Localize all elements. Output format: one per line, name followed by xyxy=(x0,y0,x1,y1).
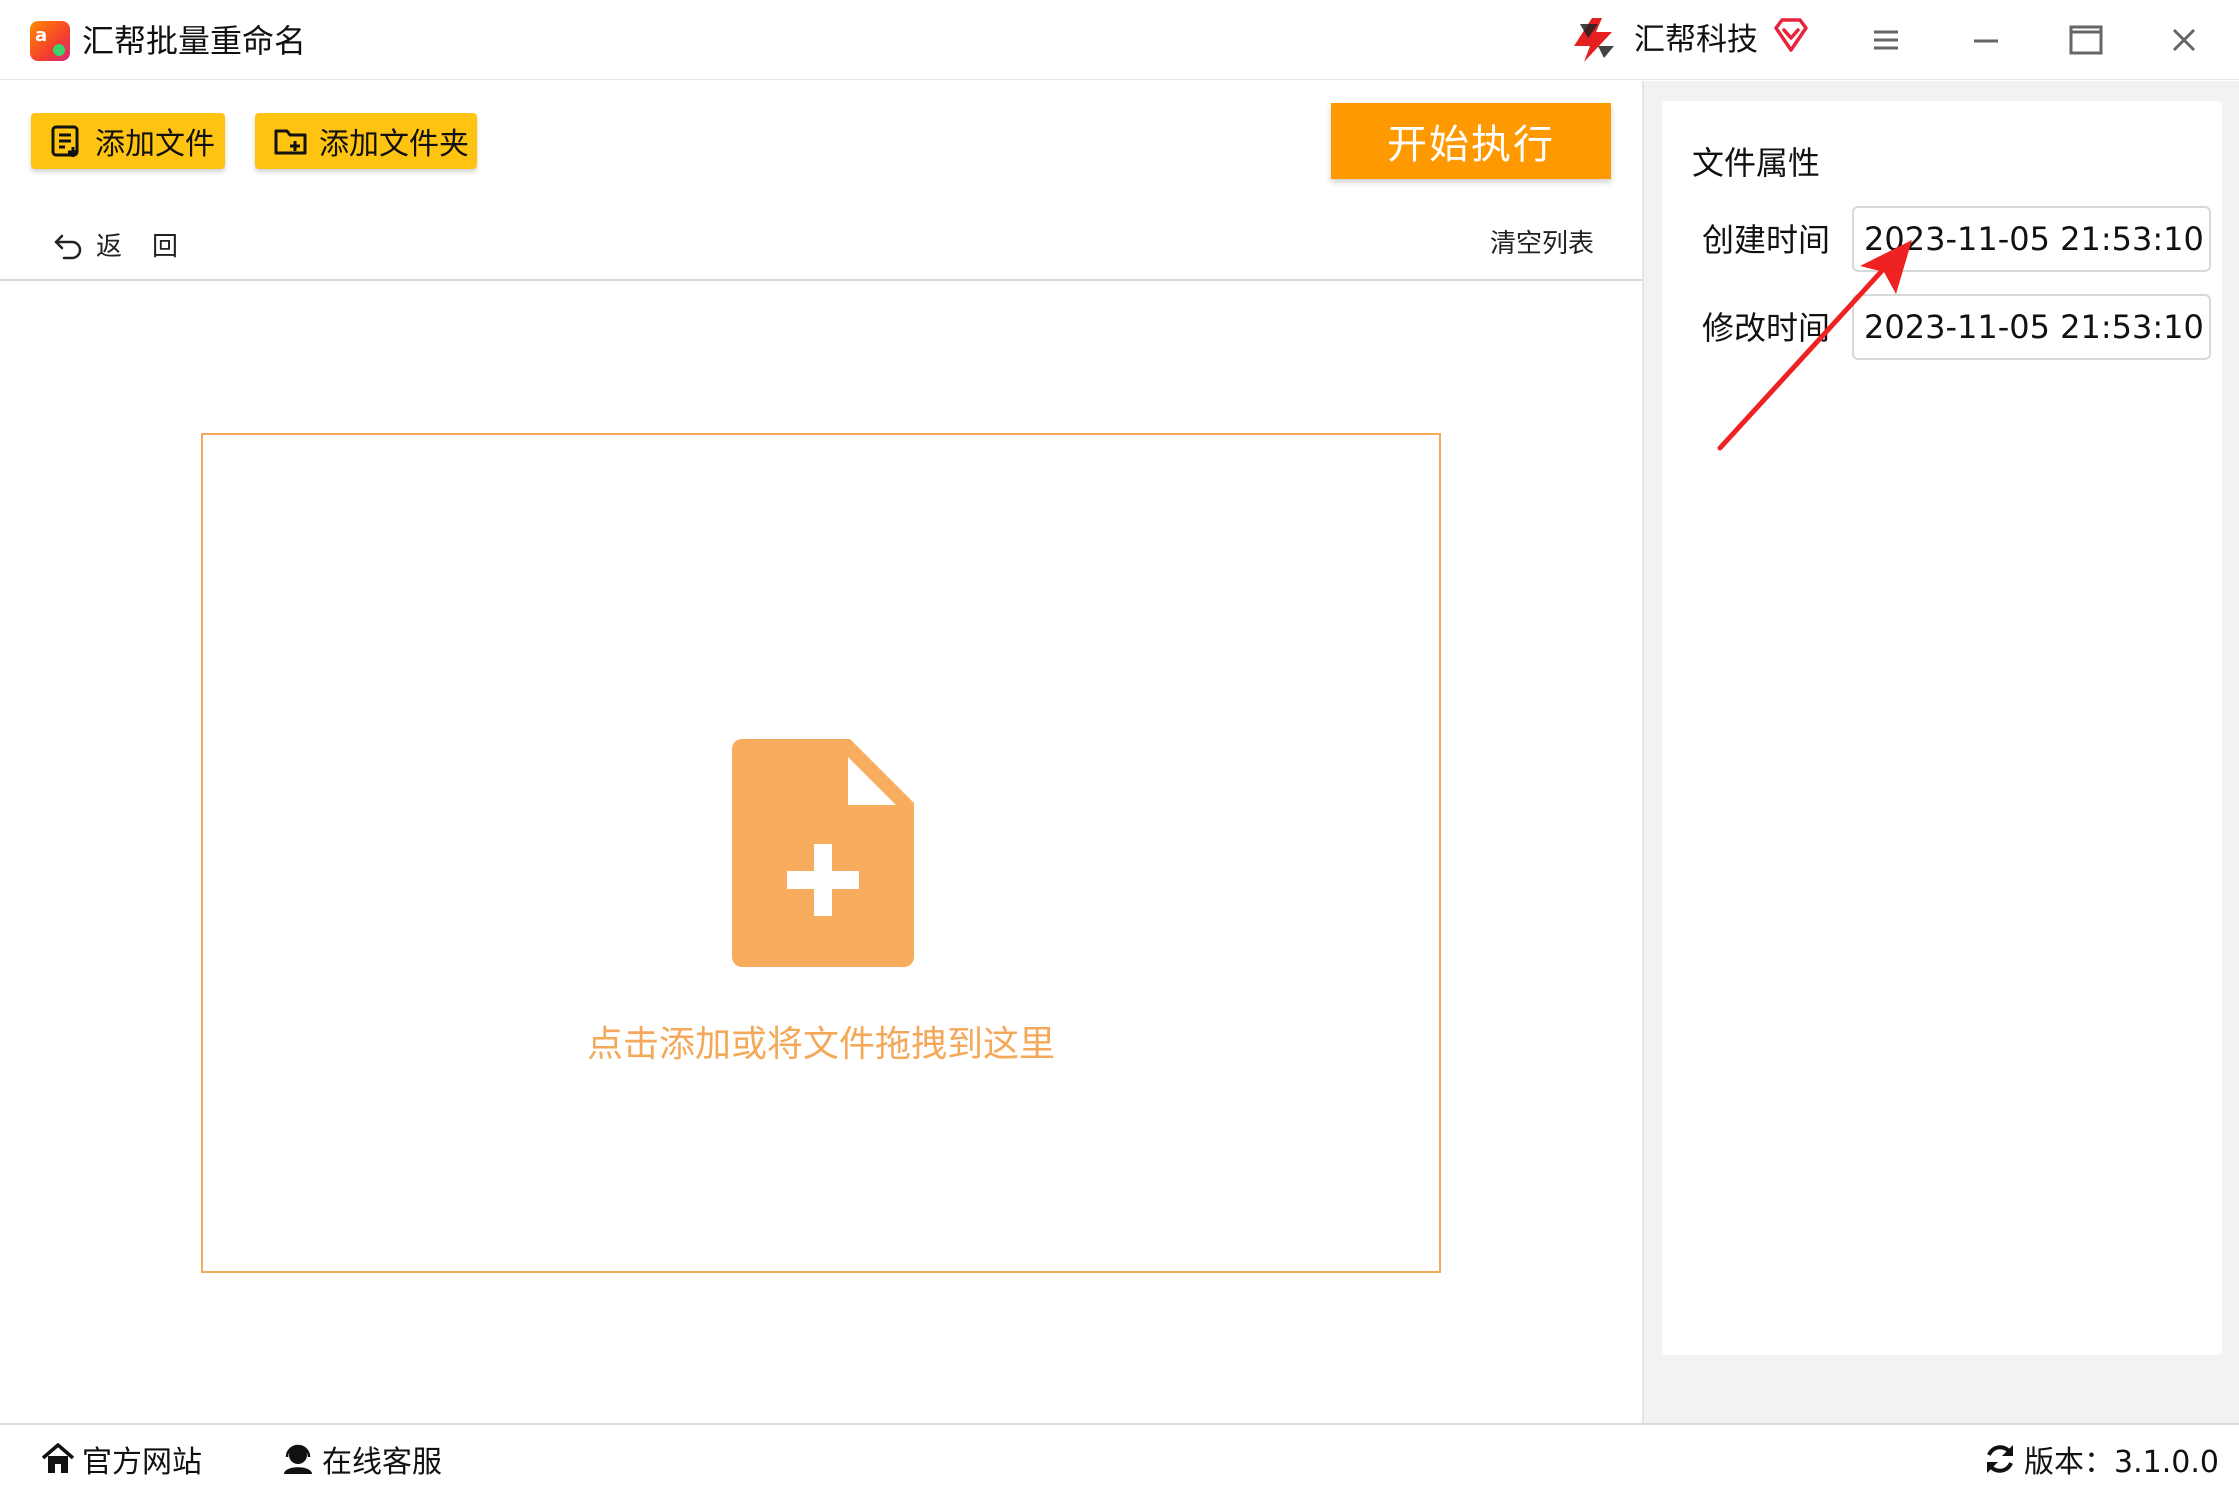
version-info[interactable]: 版本：3.1.0.0 xyxy=(1982,1439,2219,1480)
minimize-icon[interactable] xyxy=(1966,20,2006,60)
maximize-icon[interactable] xyxy=(2066,20,2106,60)
toolbar-divider xyxy=(0,279,1642,281)
modified-time-label: 修改时间 xyxy=(1702,309,1831,347)
brand-logo-icon xyxy=(1574,18,1614,62)
drop-hint-text: 点击添加或将文件拖拽到这里 xyxy=(586,1024,1055,1065)
start-button[interactable]: 开始执行 xyxy=(1331,103,1611,179)
status-bar: 官方网站 在线客服 版本：3.1.0.0 xyxy=(0,1423,2239,1489)
app-logo-letter: a xyxy=(35,25,48,46)
add-file-icon xyxy=(51,125,79,157)
file-drop-zone[interactable]: 点击添加或将文件拖拽到这里 xyxy=(201,433,1441,1273)
properties-title: 文件属性 xyxy=(1692,144,1821,182)
add-folder-button[interactable]: 添加文件夹 xyxy=(255,113,477,169)
back-button[interactable]: 返回 xyxy=(52,224,208,264)
title-bar: a 汇帮批量重命名 汇帮科技 xyxy=(0,0,2239,80)
created-time-input[interactable] xyxy=(1852,206,2211,272)
modified-time-input[interactable] xyxy=(1852,294,2211,360)
support-label: 在线客服 xyxy=(322,1445,442,1480)
menu-icon[interactable] xyxy=(1866,20,1906,60)
brand-name: 汇帮科技 xyxy=(1634,22,1758,58)
version-label: 版本：3.1.0.0 xyxy=(2024,1445,2219,1480)
app-logo-icon: a xyxy=(30,21,70,61)
created-time-label: 创建时间 xyxy=(1702,221,1831,259)
undo-arrow-icon xyxy=(54,234,82,260)
close-icon[interactable] xyxy=(2164,20,2204,60)
add-file-label: 添加文件 xyxy=(95,127,215,162)
file-properties-card xyxy=(1662,101,2222,1355)
customer-service-icon xyxy=(284,1444,312,1474)
support-link[interactable]: 在线客服 xyxy=(280,1439,442,1480)
website-link[interactable]: 官方网站 xyxy=(40,1439,202,1480)
add-document-icon xyxy=(732,739,914,967)
add-folder-icon xyxy=(274,129,307,155)
app-title: 汇帮批量重命名 xyxy=(82,22,307,60)
clear-list-button[interactable]: 清空列表 xyxy=(1490,224,1594,264)
website-label: 官方网站 xyxy=(82,1445,202,1480)
vip-diamond-icon[interactable] xyxy=(1772,16,1810,56)
add-folder-label: 添加文件夹 xyxy=(319,127,469,162)
back-label: 返回 xyxy=(96,231,209,262)
add-file-button[interactable]: 添加文件 xyxy=(31,113,225,169)
home-icon xyxy=(41,1443,75,1473)
refresh-icon xyxy=(1987,1445,2013,1473)
